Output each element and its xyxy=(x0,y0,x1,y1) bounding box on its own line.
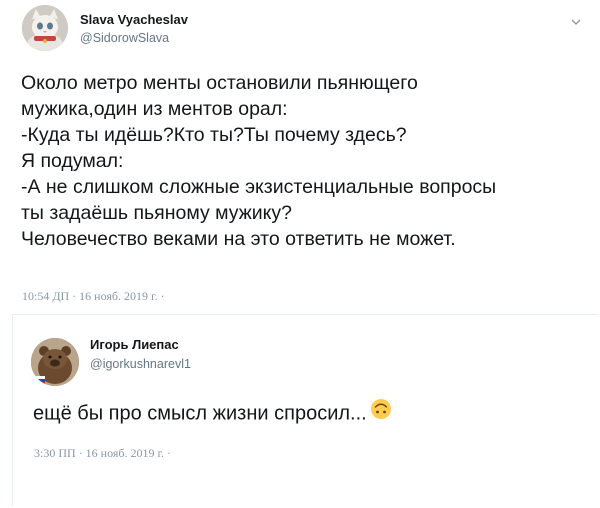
main-tweet: Slava Vyacheslav @SidorowSlava Около мет… xyxy=(0,0,600,312)
avatar[interactable] xyxy=(22,5,68,51)
tweet-text: Около метро менты остановили пьянющего м… xyxy=(21,70,496,252)
author-handle[interactable]: @igorkushnarevl1 xyxy=(90,357,191,371)
reply-text-content: ещё бы про смысл жизни спросил... xyxy=(33,402,367,425)
author-handle[interactable]: @SidorowSlava xyxy=(80,31,169,45)
tweet-text-line: Я подумал: xyxy=(21,150,124,172)
tweet-text-line: -А не слишком сложные экзистенциальные в… xyxy=(21,176,497,198)
tweet-text-line: -Куда ты идёшь?Кто ты?Ты почему здесь? xyxy=(21,124,407,146)
reply-timestamp[interactable]: 3:30 ПП · 16 нояб. 2019 г. · xyxy=(34,446,171,461)
avatar[interactable] xyxy=(31,338,79,386)
tweet-text-line: Около метро менты остановили пьянющего xyxy=(21,72,418,94)
chevron-down-icon[interactable] xyxy=(566,12,586,32)
author-name[interactable]: Игорь Лиепас xyxy=(90,337,179,352)
author-name[interactable]: Slava Vyacheslav xyxy=(80,12,188,27)
reply-text: ещё бы про смысл жизни спросил... xyxy=(33,398,392,428)
reply-tweet: Игорь Лиепас @igorkushnarevl1 ещё бы про… xyxy=(12,314,598,506)
tweet-text-line: Человечество веками на это ответить не м… xyxy=(21,228,456,250)
tweet-text-line: ты задаёшь пьяному мужику? xyxy=(21,202,293,224)
upside-down-face-icon xyxy=(370,398,392,426)
tweet-text-line: мужика,один из ментов орал: xyxy=(21,98,288,120)
tweet-timestamp[interactable]: 10:54 ДП · 16 нояб. 2019 г. · xyxy=(22,289,165,304)
